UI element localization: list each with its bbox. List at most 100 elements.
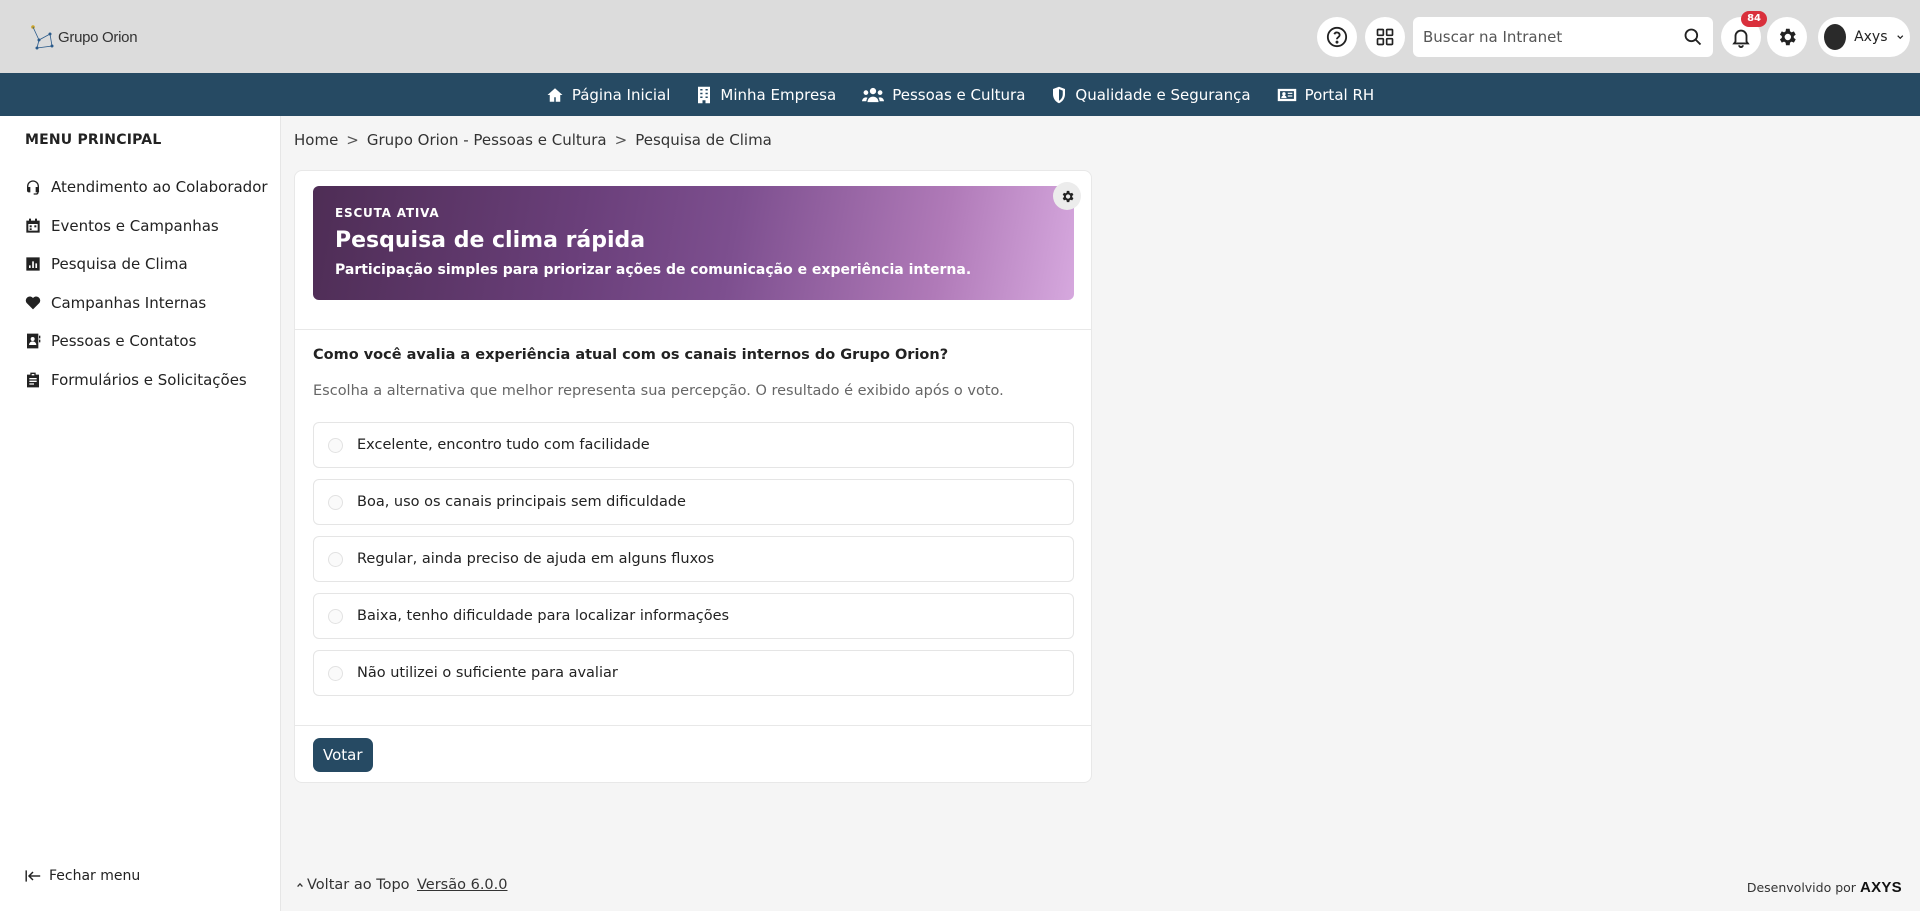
developed-by-label: Desenvolvido por bbox=[1746, 880, 1856, 895]
sidebar-item-label: Campanhas Internas bbox=[51, 293, 207, 312]
developer-logo[interactable]: AXYS bbox=[1860, 879, 1902, 896]
sidebar-item-climate-survey[interactable]: Pesquisa de Clima bbox=[25, 245, 268, 284]
nav-item-label: Qualidade e Segurança bbox=[1075, 85, 1251, 104]
close-menu-label: Fechar menu bbox=[49, 868, 141, 884]
poll-option-label: Regular, ainda preciso de ajuda em algun… bbox=[357, 551, 715, 567]
chevron-down-icon bbox=[1896, 35, 1903, 40]
collapse-arrow-icon bbox=[25, 870, 41, 882]
notifications-button[interactable]: 84 bbox=[1721, 11, 1767, 57]
breadcrumb-separator: > bbox=[346, 131, 359, 149]
poll-option-label: Não utilizei o suficiente para avaliar bbox=[357, 665, 618, 681]
nav-item-label: Minha Empresa bbox=[720, 85, 837, 104]
clipboard-icon bbox=[27, 372, 39, 388]
poll-option[interactable]: Excelente, encontro tudo com facilidade bbox=[313, 422, 1074, 468]
grid-icon bbox=[1376, 28, 1394, 46]
sidebar-item-label: Pessoas e Contatos bbox=[51, 332, 197, 351]
sidebar-item-employee-service[interactable]: Atendimento ao Colaborador bbox=[25, 168, 268, 207]
contact-book-icon bbox=[27, 333, 41, 349]
sidebar-item-label: Formulários e Solicitações bbox=[51, 370, 247, 389]
poll-option-label: Boa, uso os canais principais sem dificu… bbox=[357, 494, 686, 510]
nav-item-people[interactable]: Pessoas e Cultura bbox=[862, 86, 1025, 104]
poll-option[interactable]: Baixa, tenho dificuldade para localizar … bbox=[313, 593, 1074, 639]
nav-item-label: Página Inicial bbox=[571, 85, 671, 104]
sidebar-item-events[interactable]: Eventos e Campanhas bbox=[25, 207, 268, 246]
nav-item-label: Portal RH bbox=[1304, 85, 1375, 104]
sidebar-item-internal-campaigns[interactable]: Campanhas Internas bbox=[25, 284, 268, 323]
building-icon bbox=[698, 86, 711, 103]
poll-options: Excelente, encontro tudo com facilidade … bbox=[313, 422, 1074, 707]
poll-option[interactable]: Não utilizei o suficiente para avaliar bbox=[313, 650, 1074, 696]
divider bbox=[295, 329, 1091, 330]
poll-banner: ESCUTA ATIVA Pesquisa de clima rápida Pa… bbox=[313, 182, 1081, 300]
developed-by: Desenvolvido por AXYS bbox=[1747, 879, 1902, 896]
breadcrumb-current: Pesquisa de Clima bbox=[635, 131, 772, 149]
radio-button[interactable] bbox=[328, 494, 343, 510]
shield-icon bbox=[1053, 86, 1066, 103]
sidebar-item-contacts[interactable]: Pessoas e Contatos bbox=[25, 322, 268, 361]
user-menu[interactable]: Axys bbox=[1818, 17, 1910, 57]
poll-option-label: Excelente, encontro tudo com facilidade bbox=[357, 437, 650, 453]
banner-subtitle: Participação simples para priorizar açõe… bbox=[335, 262, 972, 278]
search-input[interactable] bbox=[1423, 28, 1683, 46]
nav-item-label: Pessoas e Cultura bbox=[892, 85, 1026, 104]
search-icon[interactable] bbox=[1683, 27, 1703, 47]
help-button[interactable] bbox=[1317, 17, 1357, 57]
heart-icon bbox=[25, 296, 41, 310]
sidebar-item-forms[interactable]: Formulários e Solicitações bbox=[25, 361, 268, 400]
breadcrumb-home[interactable]: Home bbox=[294, 131, 338, 149]
brand-name: Grupo Orion bbox=[58, 28, 138, 46]
sidebar-item-label: Eventos e Campanhas bbox=[51, 216, 219, 235]
chevron-up-icon bbox=[297, 882, 303, 888]
nav-item-company[interactable]: Minha Empresa bbox=[696, 86, 836, 104]
chart-icon bbox=[26, 257, 40, 271]
close-menu-button[interactable]: Fechar menu bbox=[25, 868, 140, 884]
nav-item-home[interactable]: Página Inicial bbox=[546, 85, 671, 104]
sidebar-item-label: Atendimento ao Colaborador bbox=[51, 178, 268, 197]
id-card-icon bbox=[1277, 88, 1296, 101]
version-link[interactable]: Versão 6.0.0 bbox=[417, 877, 508, 893]
divider bbox=[295, 725, 1091, 726]
nav-item-quality[interactable]: Qualidade e Segurança bbox=[1051, 85, 1251, 104]
breadcrumb-section[interactable]: Grupo Orion - Pessoas e Cultura bbox=[367, 131, 607, 149]
apps-button[interactable] bbox=[1365, 17, 1405, 57]
back-to-top-label: Voltar ao Topo bbox=[307, 877, 410, 893]
headset-icon bbox=[27, 180, 40, 195]
radio-button[interactable] bbox=[328, 665, 343, 681]
poll-option[interactable]: Regular, ainda preciso de ajuda em algun… bbox=[313, 536, 1074, 582]
poll-card: ESCUTA ATIVA Pesquisa de clima rápida Pa… bbox=[294, 170, 1092, 783]
breadcrumb: Home > Grupo Orion - Pessoas e Cultura >… bbox=[294, 131, 772, 149]
banner-eyebrow: ESCUTA ATIVA bbox=[335, 206, 440, 220]
radio-button[interactable] bbox=[328, 608, 343, 624]
top-header: Grupo Orion 84 bbox=[0, 0, 1920, 73]
home-icon bbox=[547, 87, 563, 102]
breadcrumb-separator: > bbox=[614, 131, 628, 149]
poll-hint: Escolha a alternativa que melhor represe… bbox=[313, 383, 1004, 399]
gear-icon bbox=[1062, 190, 1073, 202]
poll-option-label: Baixa, tenho dificuldade para localizar … bbox=[357, 608, 730, 624]
back-to-top-link[interactable]: Voltar ao Topo bbox=[296, 877, 410, 893]
search-box bbox=[1413, 17, 1713, 57]
settings-button[interactable] bbox=[1767, 17, 1807, 57]
calendar-icon bbox=[26, 218, 40, 233]
banner-title: Pesquisa de clima rápida bbox=[335, 228, 646, 253]
sidebar-menu: Atendimento ao Colaborador Eventos e Cam… bbox=[25, 168, 268, 399]
nav-item-hr-portal[interactable]: Portal RH bbox=[1277, 85, 1375, 104]
help-icon bbox=[1326, 26, 1348, 48]
poll-question: Como você avalia a experiência atual com… bbox=[313, 347, 949, 363]
poll-option[interactable]: Boa, uso os canais principais sem dificu… bbox=[313, 479, 1074, 525]
people-icon bbox=[862, 87, 885, 102]
user-name: Axys bbox=[1854, 29, 1888, 45]
radio-button[interactable] bbox=[328, 437, 343, 453]
bell-icon bbox=[1732, 29, 1750, 48]
avatar bbox=[1824, 24, 1847, 50]
notification-count-badge: 84 bbox=[1741, 11, 1767, 27]
radio-button[interactable] bbox=[328, 551, 343, 567]
vote-button[interactable]: Votar bbox=[313, 738, 373, 772]
brand-logo[interactable]: Grupo Orion bbox=[30, 24, 138, 50]
main-nav: Página Inicial Minha Empresa Pessoas e C… bbox=[0, 73, 1920, 116]
constellation-logo-icon bbox=[31, 25, 54, 50]
banner-settings-button[interactable] bbox=[1053, 182, 1081, 210]
sidebar-title: MENU PRINCIPAL bbox=[25, 132, 162, 148]
gear-icon bbox=[1779, 28, 1796, 46]
sidebar: MENU PRINCIPAL Atendimento ao Colaborado… bbox=[0, 116, 281, 911]
